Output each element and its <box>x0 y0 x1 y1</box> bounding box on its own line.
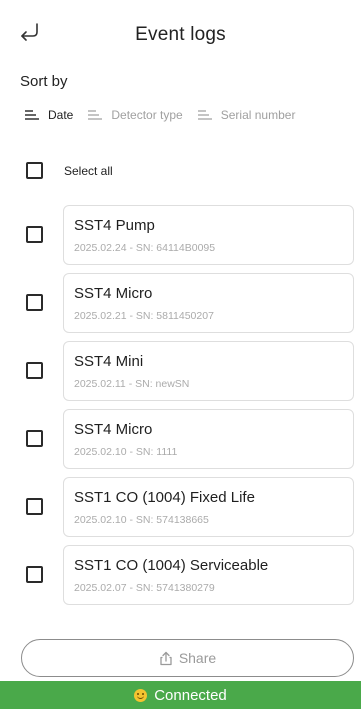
smiley-icon <box>134 688 148 702</box>
sort-by-label: Sort by <box>20 73 68 90</box>
connection-status-bar: Connected <box>0 681 361 709</box>
log-checkbox[interactable] <box>26 362 43 379</box>
log-card[interactable]: SST4 Pump 2025.02.24 - SN: 64114B0095 <box>63 205 354 265</box>
log-checkbox[interactable] <box>26 294 43 311</box>
header: Event logs <box>0 0 361 68</box>
share-button[interactable]: Share <box>21 639 354 677</box>
log-title: SST1 CO (1004) Fixed Life <box>74 489 255 506</box>
log-row: SST4 Micro 2025.02.10 - SN: 1111 <box>0 409 361 469</box>
log-row: SST1 CO (1004) Fixed Life 2025.02.10 - S… <box>0 477 361 537</box>
log-checkbox[interactable] <box>26 498 43 515</box>
select-all-checkbox[interactable] <box>26 162 43 179</box>
log-checkbox[interactable] <box>26 566 43 583</box>
log-row: SST4 Mini 2025.02.11 - SN: newSN <box>0 341 361 401</box>
sort-option-detector-type[interactable]: Detector type <box>87 108 183 122</box>
select-all-label: Select all <box>64 163 113 178</box>
sort-option-date[interactable]: Date <box>24 108 73 122</box>
log-row: SST4 Pump 2025.02.24 - SN: 64114B0095 <box>0 205 361 265</box>
log-title: SST1 CO (1004) Serviceable <box>74 557 269 574</box>
event-logs-screen: Event logs Sort by Date Detector type Se… <box>0 0 361 709</box>
sort-option-label: Detector type <box>111 108 183 122</box>
log-card[interactable]: SST1 CO (1004) Fixed Life 2025.02.10 - S… <box>63 477 354 537</box>
log-title: SST4 Pump <box>74 217 155 234</box>
log-subtitle: 2025.02.10 - SN: 1111 <box>74 446 178 458</box>
log-checkbox[interactable] <box>26 226 43 243</box>
log-card[interactable]: SST1 CO (1004) Serviceable 2025.02.07 - … <box>63 545 354 605</box>
log-subtitle: 2025.02.11 - SN: newSN <box>74 378 190 390</box>
sort-option-label: Serial number <box>220 108 296 122</box>
log-title: SST4 Micro <box>74 421 153 438</box>
log-subtitle: 2025.02.21 - SN: 5811450207 <box>74 310 214 322</box>
share-icon <box>160 651 172 665</box>
log-title: SST4 Micro <box>74 285 153 302</box>
page-title: Event logs <box>135 24 226 45</box>
sort-option-serial-number[interactable]: Serial number <box>197 108 296 122</box>
sort-lines-icon <box>197 110 212 120</box>
share-label: Share <box>178 650 217 666</box>
log-subtitle: 2025.02.07 - SN: 5741380279 <box>74 582 215 594</box>
log-card[interactable]: SST4 Micro 2025.02.10 - SN: 1111 <box>63 409 354 469</box>
sort-lines-icon <box>88 110 103 120</box>
log-subtitle: 2025.02.10 - SN: 574138665 <box>74 514 209 526</box>
connection-status-text: Connected <box>154 686 227 704</box>
sort-option-label: Date <box>48 108 74 122</box>
log-checkbox[interactable] <box>26 430 43 447</box>
log-row: SST4 Micro 2025.02.21 - SN: 5811450207 <box>0 273 361 333</box>
log-row: SST1 CO (1004) Serviceable 2025.02.07 - … <box>0 545 361 605</box>
select-all[interactable]: Select all <box>26 162 113 179</box>
log-card[interactable]: SST4 Micro 2025.02.21 - SN: 5811450207 <box>63 273 354 333</box>
sort-options: Date Detector type Serial number <box>24 106 309 124</box>
sort-lines-icon <box>25 110 39 120</box>
log-card[interactable]: SST4 Mini 2025.02.11 - SN: newSN <box>63 341 354 401</box>
log-title: SST4 Mini <box>74 353 144 370</box>
log-subtitle: 2025.02.24 - SN: 64114B0095 <box>74 242 216 254</box>
